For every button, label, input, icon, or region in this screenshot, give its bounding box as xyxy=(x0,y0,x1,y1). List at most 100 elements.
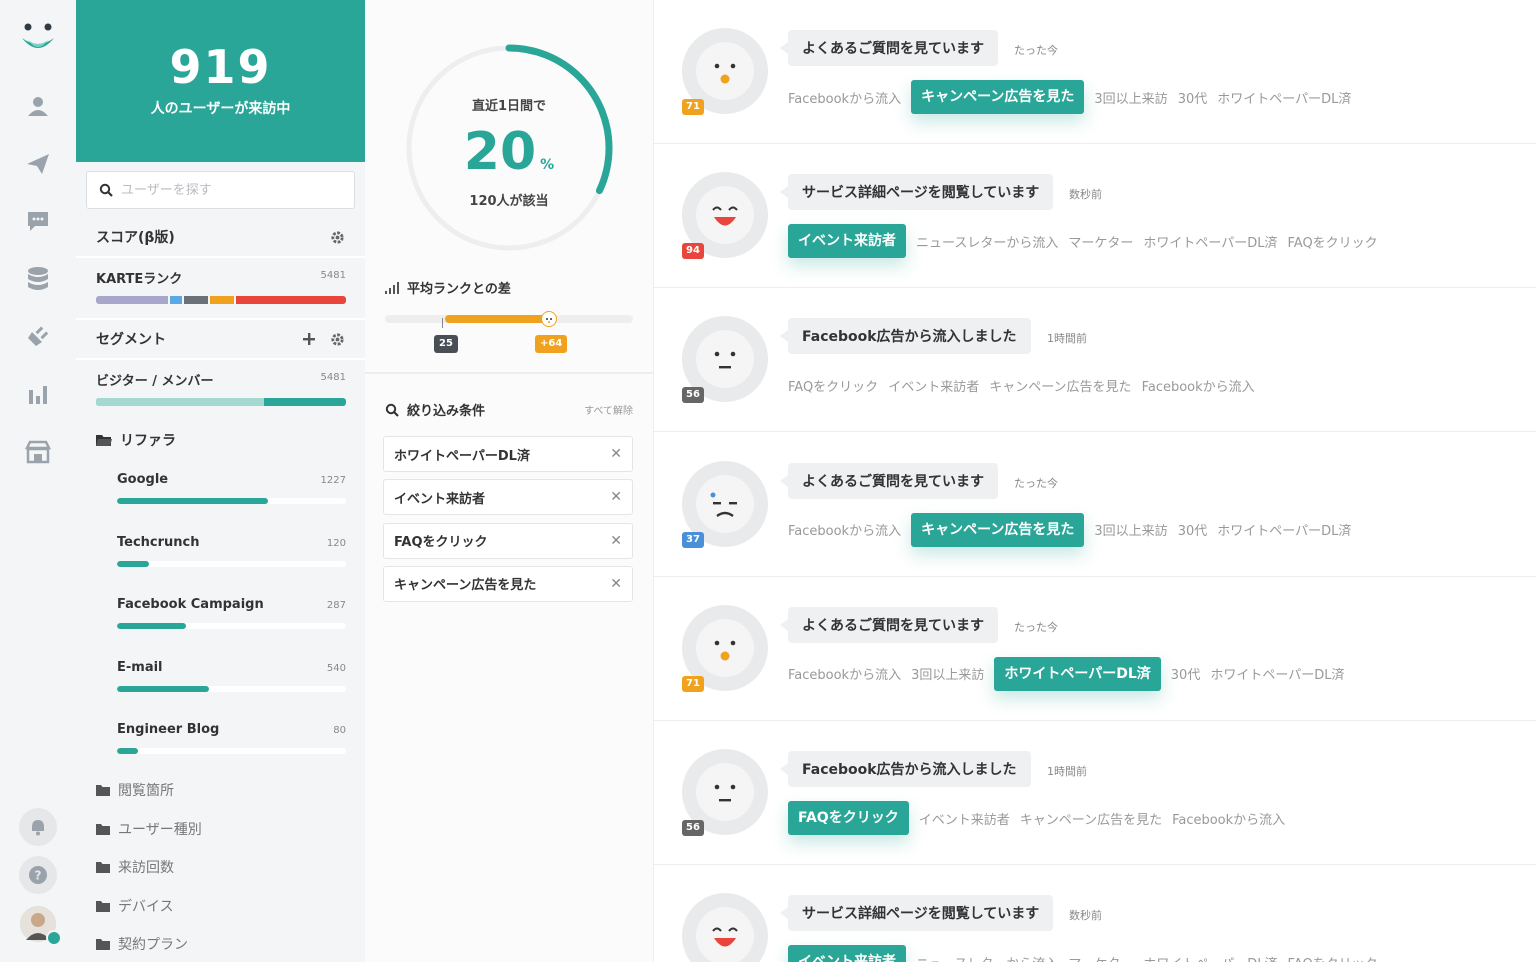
logo-icon[interactable] xyxy=(20,22,56,56)
highlighted-tag[interactable]: FAQをクリック xyxy=(788,801,909,835)
highlighted-tag[interactable]: イベント来訪者 xyxy=(788,945,906,962)
activity-card[interactable]: 56 Facebook広告から流入しました 1時間前 FAQをクリック イベント来訪者キ… xyxy=(654,721,1536,865)
plus-icon[interactable] xyxy=(302,332,316,346)
filter-chip[interactable]: イベント来訪者 ✕ xyxy=(383,479,633,516)
gear-icon[interactable] xyxy=(330,230,345,245)
filter-header: 絞り込み条件 すべて解除 xyxy=(385,400,633,419)
referrer-bar xyxy=(117,498,346,504)
user-tag: ホワイトペーパーDL済 xyxy=(1143,953,1277,962)
karte-rank-row[interactable]: KARTEランク 5481 xyxy=(96,268,346,308)
referrer-item[interactable]: E-mail 540 xyxy=(117,660,346,700)
referrer-folder[interactable]: リファラ xyxy=(96,430,176,450)
activity-card[interactable]: 71 よくあるご質問を見ています たった今 Facebookから流入 キャンペーン広告を… xyxy=(654,0,1536,144)
activity-time: 1時間前 xyxy=(1047,332,1087,346)
highlighted-tag[interactable]: イベント来訪者 xyxy=(788,224,906,259)
mood-face xyxy=(696,186,754,245)
bar-chart-icon[interactable] xyxy=(22,378,54,410)
karte-rank-value: 5481 xyxy=(320,270,346,281)
divider xyxy=(76,358,365,360)
icon-rail: ? xyxy=(0,0,76,962)
folder-item[interactable]: デバイス xyxy=(96,896,174,916)
activity-card[interactable]: 94 サービス詳細ページを閲覧しています 数秒前 イベント来訪者 ニュースレターから流入… xyxy=(654,144,1536,289)
folder-item[interactable]: ユーザー種別 xyxy=(96,819,202,839)
referrer-name: Google xyxy=(117,472,169,487)
user-search[interactable] xyxy=(86,171,355,209)
store-icon[interactable] xyxy=(22,436,54,468)
help-icon[interactable]: ? xyxy=(19,856,57,894)
activity-time: たった今 xyxy=(1014,620,1058,634)
filter-chip[interactable]: ホワイトペーパーDL済 ✕ xyxy=(383,436,633,472)
referrer-item[interactable]: Engineer Blog 80 xyxy=(117,722,346,762)
highlighted-tag[interactable]: ホワイトペーパーDL済 xyxy=(994,656,1161,691)
karte-rank-label: KARTEランク xyxy=(96,272,183,287)
user-tag: Facebookから流入 xyxy=(788,91,902,107)
mood-face xyxy=(696,618,754,677)
highlighted-tag[interactable]: キャンペーン広告を見た xyxy=(911,80,1085,114)
folder-label: デバイス xyxy=(118,898,174,915)
chat-icon[interactable] xyxy=(22,205,54,237)
activity-card[interactable]: 56 Facebook広告から流入しました 1時間前 FAQをクリック イベント来訪者キ… xyxy=(654,288,1536,433)
activity-card[interactable]: 71 よくあるご質問を見ています たった今 Facebookから流入 3回以上来訪 ホワイ… xyxy=(654,577,1536,721)
user-tag-list: FAQをクリック イベント来訪者 キャンペーン広告を見た Facebookから流入 xyxy=(788,801,1285,835)
gear-icon[interactable] xyxy=(330,332,345,347)
referrer-item[interactable]: Google 1227 xyxy=(117,472,346,512)
activity-time: たった今 xyxy=(1014,44,1058,57)
activity-time: 数秒前 xyxy=(1069,909,1102,923)
current-rank-knob xyxy=(541,311,557,327)
filter-chip[interactable]: キャンペーン広告を見た ✕ xyxy=(383,565,633,602)
user-mood-avatar[interactable] xyxy=(682,893,768,962)
activity-text: よくあるご質問を見ています xyxy=(802,617,984,634)
referrer-count: 540 xyxy=(326,662,346,674)
referrer-name: Techcrunch xyxy=(117,534,200,550)
visitor-member-row[interactable]: ビジター / メンバー 5481 xyxy=(96,370,346,410)
highlighted-tag[interactable]: キャンペーン広告を見た xyxy=(911,512,1085,547)
activity-card[interactable]: サービス詳細ページを閲覧しています 数秒前イベント来訪者 ニュースレターから流入 マー… xyxy=(654,865,1536,962)
bell-icon[interactable] xyxy=(19,808,57,846)
activity-time: 数秒前 xyxy=(1069,188,1102,202)
folder-item[interactable]: 閲覧箇所 xyxy=(96,780,174,800)
database-icon[interactable] xyxy=(22,263,54,295)
segment-title: セグメント xyxy=(96,332,166,348)
avg-rank-label: 平均ランクとの差 xyxy=(407,282,511,297)
folder-icon xyxy=(96,823,110,835)
send-icon[interactable] xyxy=(22,148,54,180)
user-avatar[interactable] xyxy=(20,906,62,946)
user-search-input[interactable] xyxy=(121,182,341,198)
folder-label: 閲覧箇所 xyxy=(118,783,174,799)
referrer-bar xyxy=(117,685,346,692)
activity-card[interactable]: 37 よくあるご質問を見ています たった今 Facebookから流入 キャンペーン広告を… xyxy=(654,433,1536,577)
referrer-bar-fill xyxy=(117,623,186,629)
user-tag: マーケター xyxy=(1068,953,1133,962)
user-tag: ホワイトペーパーDL済 xyxy=(1217,524,1352,540)
folder-item[interactable]: 来訪回数 xyxy=(96,857,174,877)
user-icon[interactable] xyxy=(22,90,54,122)
remove-filter-icon[interactable]: ✕ xyxy=(610,446,622,462)
segment-panel: 919 人のユーザーが来訪中 スコア(β版) KARTEランク 5481 xyxy=(76,0,365,962)
user-tag: 3回以上来訪 xyxy=(1094,524,1168,540)
divider xyxy=(365,372,653,374)
remove-filter-icon[interactable]: ✕ xyxy=(610,533,622,549)
activity-bubble: サービス詳細ページを閲覧しています xyxy=(779,174,1054,211)
rank-segment xyxy=(210,296,234,304)
remove-filter-icon[interactable]: ✕ xyxy=(610,576,622,592)
visitor-share-fill xyxy=(96,398,264,406)
user-tag: Facebookから流入 xyxy=(788,668,902,684)
filter-label: キャンペーン広告を見た xyxy=(394,578,537,594)
referrer-item[interactable]: Facebook Campaign 287 xyxy=(117,597,346,637)
user-tag: ニュースレターから流入 xyxy=(916,953,1058,962)
user-tag: FAQをクリック xyxy=(1287,235,1378,251)
folder-item[interactable]: 契約プラン xyxy=(96,934,188,954)
happy-face-icon xyxy=(712,206,738,226)
plugin-icon[interactable] xyxy=(22,320,54,352)
score-title: スコア(β版) xyxy=(96,230,175,246)
referrer-item[interactable]: Techcrunch 120 xyxy=(117,535,346,575)
user-tag: イベント来訪者 xyxy=(918,812,1010,828)
surprised-face-icon xyxy=(714,640,736,661)
happy-face-icon xyxy=(712,927,738,947)
filter-chip[interactable]: FAQをクリック ✕ xyxy=(383,522,633,559)
online-check-icon xyxy=(46,930,62,946)
remove-filter-icon[interactable]: ✕ xyxy=(610,489,622,505)
clear-all-filters-button[interactable]: すべて解除 xyxy=(584,402,633,417)
activity-text: よくあるご質問を見ています xyxy=(802,473,984,490)
svg-text:?: ? xyxy=(35,869,42,883)
